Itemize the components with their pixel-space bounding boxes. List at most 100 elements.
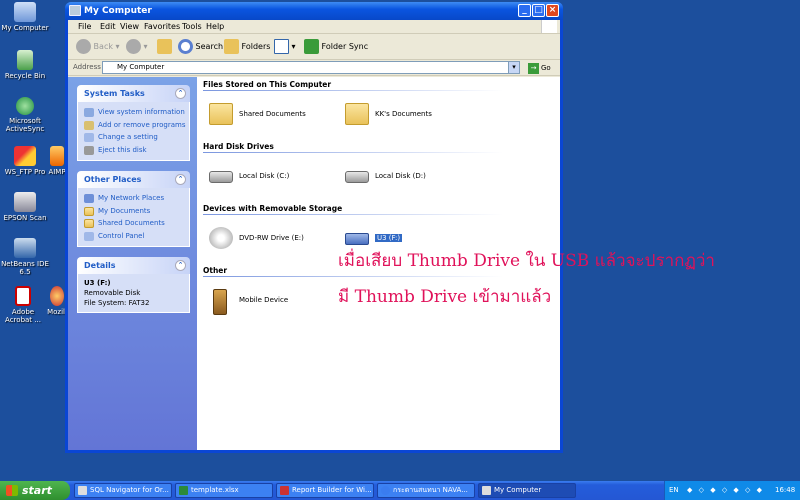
taskbar-button-report-builder[interactable]: Report Builder for Wi...: [276, 483, 374, 498]
collapse-chevron-icon[interactable]: ⌃: [175, 260, 186, 271]
item-local-disk-d[interactable]: Local Disk (D:): [345, 165, 465, 189]
close-button[interactable]: ×: [546, 4, 559, 17]
address-label: Address: [73, 63, 101, 71]
taskbar-button-sql-navigator[interactable]: SQL Navigator for Or...: [74, 483, 172, 498]
task-change-setting[interactable]: Change a setting: [84, 131, 183, 144]
place-label: Control Panel: [98, 231, 145, 240]
item-kks-documents[interactable]: KK's Documents: [345, 103, 465, 127]
activesync-icon: [16, 97, 34, 115]
item-dvd-rw-drive[interactable]: DVD-RW Drive (E:): [209, 227, 329, 251]
search-label: Search: [195, 42, 224, 51]
taskbar-button-my-computer[interactable]: My Computer: [478, 483, 576, 498]
item-mobile-device[interactable]: Mobile Device: [209, 289, 329, 317]
views-button[interactable]: ▾: [274, 39, 296, 55]
menu-file[interactable]: File: [78, 22, 91, 31]
desktop-icon-epson-scan[interactable]: EPSON Scan: [0, 192, 50, 222]
folder-icon: [84, 219, 94, 228]
folder-icon: [345, 103, 369, 125]
control-panel-icon: [84, 133, 94, 142]
menu-favorites[interactable]: Favorites: [144, 22, 180, 31]
menu-view[interactable]: View: [120, 22, 139, 31]
collapse-chevron-icon[interactable]: ⌃: [175, 174, 186, 185]
chevron-down-icon[interactable]: ▾: [508, 62, 519, 73]
desktop-icon-label: Adobe Acrobat ...: [5, 308, 41, 324]
desktop-icon-label: EPSON Scan: [3, 214, 47, 222]
details-body: U3 (F:) Removable Disk File System: FAT3…: [77, 274, 190, 313]
recycle-bin-icon: [17, 50, 33, 70]
back-button[interactable]: Back ▾: [76, 39, 120, 55]
menu-edit[interactable]: Edit: [100, 22, 116, 31]
start-button[interactable]: start: [0, 481, 70, 500]
system-tasks-header[interactable]: System Tasks ⌃: [77, 85, 190, 102]
task-eject-disk[interactable]: Eject this disk: [84, 144, 183, 157]
menu-help[interactable]: Help: [206, 22, 224, 31]
folders-button[interactable]: Folders: [224, 39, 270, 55]
system-tray: EN ◆ ◇ ◆ ◇ ◆ ◇ ◆ 16:48: [664, 481, 800, 500]
folder-sync-button[interactable]: Folder Sync: [304, 39, 368, 55]
annotation-line-2: มี Thumb Drive เข้ามาแล้ว: [338, 287, 552, 307]
computer-icon: [14, 2, 36, 22]
window-body: File Edit View Favorites Tools Help Back…: [68, 20, 715, 450]
details-name: U3 (F:): [84, 279, 111, 287]
excel-icon: [179, 486, 188, 495]
minimize-button[interactable]: _: [518, 4, 531, 17]
item-label: U3 (F:): [375, 234, 403, 242]
taskbar-button-forum[interactable]: กระดานสนทนา NAVA...: [377, 483, 475, 498]
task-label: Eject this disk: [98, 145, 147, 154]
place-control-panel[interactable]: Control Panel: [84, 230, 183, 243]
taskbar-button-label: กระดานสนทนา NAVA...: [393, 486, 468, 494]
other-places-title: Other Places: [84, 175, 142, 184]
taskbar-button-label: Report Builder for Wi...: [292, 486, 372, 494]
item-label: KK's Documents: [375, 110, 432, 118]
title-bar[interactable]: My Computer _ □ ×: [65, 2, 563, 20]
folders-icon: [224, 39, 239, 54]
go-label: Go: [541, 64, 551, 72]
computer-icon: [69, 5, 81, 16]
item-shared-documents[interactable]: Shared Documents: [209, 103, 329, 127]
desktop-icon-label: NetBeans IDE 6.5: [1, 260, 49, 276]
item-label: Local Disk (D:): [375, 172, 426, 180]
task-label: Add or remove programs: [98, 120, 186, 129]
place-my-documents[interactable]: My Documents: [84, 205, 183, 218]
forward-button[interactable]: ▾: [126, 39, 148, 55]
place-label: My Network Places: [98, 194, 165, 202]
item-label: Local Disk (C:): [239, 172, 290, 180]
content-pane: Files Stored on This Computer Shared Doc…: [197, 77, 715, 450]
desktop-icon-my-computer[interactable]: My Computer: [0, 2, 50, 32]
desktop-icon-activesync[interactable]: Microsoft ActiveSync: [0, 97, 50, 133]
taskbar-button-label: template.xlsx: [191, 486, 239, 494]
acrobat-icon: [15, 286, 31, 306]
desktop-icon-netbeans[interactable]: NetBeans IDE 6.5: [0, 238, 50, 276]
collapse-chevron-icon[interactable]: ⌃: [175, 88, 186, 99]
go-button[interactable]: → Go: [528, 62, 551, 74]
place-shared-documents[interactable]: Shared Documents: [84, 217, 183, 230]
search-button[interactable]: Search: [178, 39, 223, 55]
back-arrow-icon: [76, 39, 91, 54]
other-places-body: My Network Places My Documents Shared Do…: [77, 188, 190, 247]
other-places-header[interactable]: Other Places ⌃: [77, 171, 190, 188]
details-header[interactable]: Details ⌃: [77, 257, 190, 274]
menu-tools[interactable]: Tools: [182, 22, 202, 31]
app-icon: [78, 486, 87, 495]
up-folder-button[interactable]: [157, 39, 172, 55]
other-places-panel: Other Places ⌃ My Network Places My Docu…: [77, 171, 190, 247]
computer-icon: [482, 486, 491, 495]
desktop-icon-recycle-bin[interactable]: Recycle Bin: [0, 50, 50, 80]
address-value: My Computer: [117, 63, 165, 71]
clock[interactable]: 16:48: [775, 481, 795, 500]
task-add-remove-programs[interactable]: Add or remove programs: [84, 119, 186, 132]
language-indicator[interactable]: EN: [669, 481, 679, 500]
place-my-network-places[interactable]: My Network Places: [84, 192, 183, 205]
task-view-system-information[interactable]: View system information: [84, 106, 185, 119]
system-tasks-title: System Tasks: [84, 89, 145, 98]
task-pane: System Tasks ⌃ View system information A…: [68, 77, 197, 450]
network-icon: [84, 194, 94, 203]
taskbar-button-template-xlsx[interactable]: template.xlsx: [175, 483, 273, 498]
address-input[interactable]: My Computer ▾: [102, 61, 520, 74]
item-label: Mobile Device: [239, 296, 289, 304]
maximize-button[interactable]: □: [532, 4, 545, 17]
item-local-disk-c[interactable]: Local Disk (C:): [209, 165, 329, 189]
tray-icons[interactable]: ◆ ◇ ◆ ◇ ◆ ◇ ◆: [687, 481, 764, 500]
desktop-icon-acrobat[interactable]: Adobe Acrobat ...: [0, 286, 48, 324]
group-divider: [203, 90, 503, 91]
